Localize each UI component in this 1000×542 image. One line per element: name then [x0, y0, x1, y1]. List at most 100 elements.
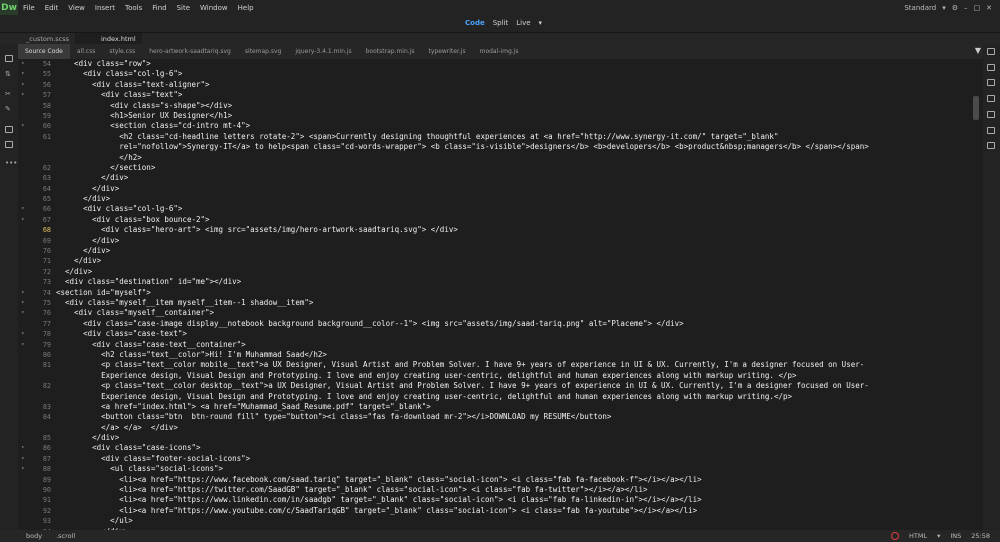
panel-icon-assets[interactable] — [987, 127, 995, 134]
panel-icon-cc-libraries[interactable] — [987, 64, 995, 71]
panel-icon-snippets[interactable] — [987, 142, 995, 149]
menu-tools[interactable]: Tools — [120, 4, 147, 12]
tag-selector-scroll[interactable]: .scroll — [42, 532, 75, 540]
code-line[interactable]: </div> — [56, 256, 971, 266]
fold-arrow-icon[interactable]: ▾ — [21, 90, 25, 100]
code-lines[interactable]: <div class="row"> <div class="col-lg-6">… — [56, 59, 971, 530]
code-line[interactable]: rel="nofollow">Synergy-IT</a> to help<sp… — [56, 142, 971, 152]
code-line[interactable]: </div> — [56, 246, 971, 256]
filter-icon[interactable]: ▼ — [975, 46, 981, 55]
chevron-down-icon[interactable]: ▾ — [937, 532, 940, 540]
chevron-down-icon[interactable]: ▾ — [942, 4, 946, 12]
panel-icon-dom[interactable] — [987, 111, 995, 118]
panel-icon-insert[interactable] — [987, 79, 995, 86]
more-options-icon[interactable]: ••• — [5, 159, 17, 167]
code-line[interactable]: <div class="s-shape"></div> — [56, 101, 971, 111]
code-line[interactable]: <div class="text"> — [56, 90, 971, 100]
open-documents-icon[interactable] — [5, 55, 13, 62]
code-line[interactable]: <div class="destination" id="me"></div> — [56, 277, 971, 287]
fold-arrow-icon[interactable]: ▾ — [21, 464, 25, 474]
fold-arrow-icon[interactable]: ▾ — [21, 204, 25, 214]
fold-arrow-icon[interactable]: ▾ — [21, 215, 25, 225]
maximize-button[interactable]: □ — [974, 4, 981, 12]
code-line[interactable]: <div class="col-lg-6"> — [56, 69, 971, 79]
fold-arrow-icon[interactable]: ▾ — [21, 288, 25, 298]
code-line[interactable]: <ul class="social-icons"> — [56, 464, 971, 474]
code-line[interactable]: </ul> — [56, 516, 971, 526]
code-line[interactable]: <li><a href="https://twitter.com/SaadGB"… — [56, 485, 971, 495]
code-line[interactable]: Experience design, Visual Design and Pro… — [56, 371, 971, 381]
code-line[interactable]: <p class="text__color desktop__text">a U… — [56, 381, 971, 391]
code-line[interactable]: <div class="footer-social-icons"> — [56, 454, 971, 464]
fold-arrow-icon[interactable]: ▾ — [21, 329, 25, 339]
menu-find[interactable]: Find — [147, 4, 171, 12]
panel-icon-css-designer[interactable] — [987, 95, 995, 102]
insert-mode-toggle[interactable]: INS — [950, 532, 961, 540]
code-line[interactable]: <div class="box bounce-2"> — [56, 215, 971, 225]
code-line[interactable]: </div> — [56, 236, 971, 246]
related-file-jquery-js[interactable]: jquery-3.4.1.min.js — [288, 48, 358, 55]
code-line[interactable]: <li><a href="https://www.linkedin.com/in… — [56, 495, 971, 505]
code-line[interactable]: </section> — [56, 163, 971, 173]
code-line[interactable]: <div class="myself__container"> — [56, 308, 971, 318]
fold-arrow-icon[interactable]: ▾ — [21, 298, 25, 308]
related-file-hero-artwork-svg[interactable]: hero-artwork-saadtariq.svg — [142, 48, 238, 55]
code-line[interactable]: <div class="case-text__container"> — [56, 340, 971, 350]
code-line[interactable]: </div> — [56, 173, 971, 183]
menu-file[interactable]: File — [18, 4, 40, 12]
code-line[interactable]: Experience design, Visual Design and Pro… — [56, 392, 971, 402]
menu-help[interactable]: Help — [233, 4, 259, 12]
code-line[interactable]: <li><a href="https://www.youtube.com/c/S… — [56, 506, 971, 516]
code-line[interactable]: </a> </a> </div> — [56, 423, 971, 433]
sync-settings-icon[interactable]: ⚙ — [952, 4, 958, 12]
error-icon[interactable] — [891, 532, 899, 540]
document-type-select[interactable]: HTML — [909, 532, 927, 540]
code-line[interactable]: <button class="btn btn-round fill" type=… — [56, 412, 971, 422]
menu-edit[interactable]: Edit — [40, 4, 64, 12]
menu-site[interactable]: Site — [172, 4, 195, 12]
fold-arrow-icon[interactable]: ▾ — [21, 59, 25, 69]
code-line[interactable]: <div class="case-image display__notebook… — [56, 319, 971, 329]
code-navigator-icon[interactable]: ✎ — [5, 105, 13, 113]
code-line[interactable]: <a href="index.html"> <a href="Muhammad_… — [56, 402, 971, 412]
related-file-bootstrap-js[interactable]: bootstrap.min.js — [359, 48, 422, 55]
code-line[interactable]: <div class="case-icons"> — [56, 443, 971, 453]
fold-arrow-icon[interactable]: ▾ — [21, 80, 25, 90]
split-view-button[interactable]: Split — [493, 19, 509, 27]
code-line[interactable]: </div> — [56, 267, 971, 277]
fold-arrow-icon[interactable]: ▾ — [21, 69, 25, 79]
code-line[interactable]: <section id="myself"> — [56, 288, 971, 298]
menu-view[interactable]: View — [63, 4, 90, 12]
fold-arrow-icon[interactable]: ▾ — [21, 308, 25, 318]
related-file-typewriter-js[interactable]: typewriter.js — [421, 48, 472, 55]
code-line[interactable]: <div class="col-lg-6"> — [56, 204, 971, 214]
related-file-all-css[interactable]: all.css — [70, 48, 102, 55]
related-file-style-css[interactable]: style.css — [102, 48, 142, 55]
code-line[interactable]: </div> — [56, 184, 971, 194]
code-line[interactable]: <div class="myself__item myself__item--1… — [56, 298, 971, 308]
code-line[interactable]: </div> — [56, 433, 971, 443]
tab-index-html[interactable]: index.html — [75, 33, 142, 44]
close-button[interactable]: ✕ — [986, 4, 992, 12]
fold-arrow-icon[interactable]: ▾ — [21, 454, 25, 464]
fold-arrow-icon[interactable]: ▾ — [21, 121, 25, 131]
code-line[interactable]: <li><a href="https://www.facebook.com/sa… — [56, 475, 971, 485]
minimize-button[interactable]: – — [964, 4, 968, 12]
menu-insert[interactable]: Insert — [90, 4, 120, 12]
code-line[interactable]: <h2 class="text__color">Hi! I'm Muhammad… — [56, 350, 971, 360]
code-line[interactable]: <p class="text__color mobile__text">a UX… — [56, 360, 971, 370]
code-line[interactable]: <div class="row"> — [56, 59, 971, 69]
related-file-source-code[interactable]: Source Code — [18, 44, 70, 59]
code-view-button[interactable]: Code — [465, 19, 485, 27]
tag-selector-body[interactable]: body — [0, 532, 42, 540]
fold-arrow-icon[interactable]: ▾ — [21, 340, 25, 350]
code-line[interactable]: </div> — [56, 194, 971, 204]
related-file-sitemap-svg[interactable]: sitemap.svg — [238, 48, 289, 55]
panel-icon-files[interactable] — [987, 48, 995, 55]
format-source-icon[interactable] — [5, 141, 13, 148]
fold-arrow-icon[interactable]: ▾ — [21, 443, 25, 453]
code-line[interactable]: <h1>Senior UX Designer</h1> — [56, 111, 971, 121]
editor-scrollbar[interactable] — [973, 96, 979, 120]
code-editor[interactable]: ▾ 54 ▾ 55 ▾ 56 ▾ 57 58 59 ▾ 60 61 62 63 64 65 ▾ 66 ▾ 67 68 69 7… — [18, 59, 973, 530]
workspace-switcher[interactable]: Standard — [904, 4, 936, 12]
